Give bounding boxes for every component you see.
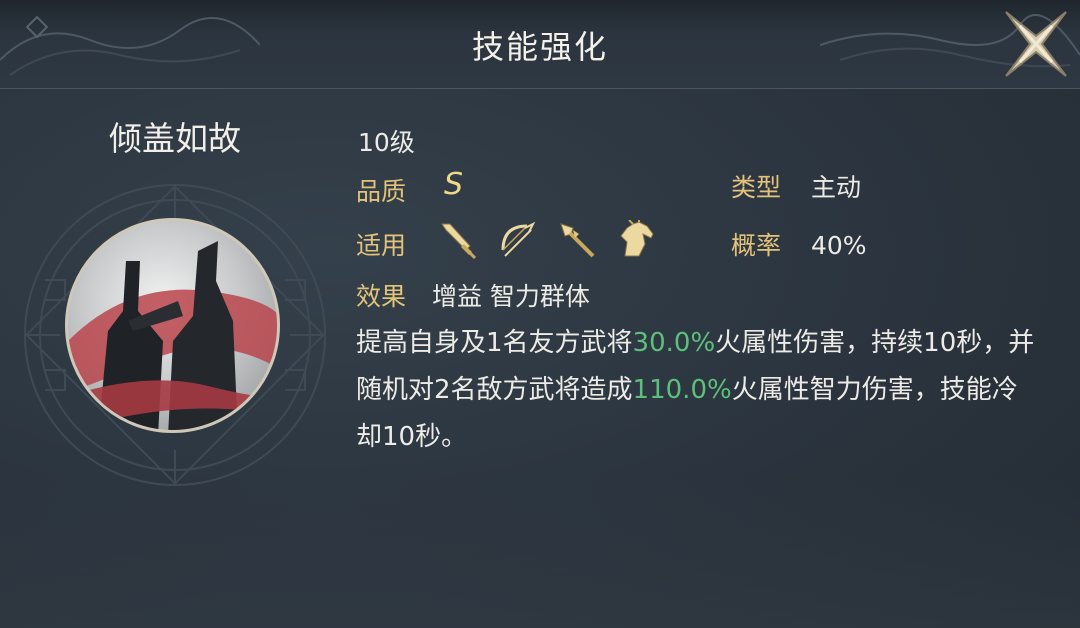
skill-name: 倾盖如故	[109, 119, 241, 158]
close-button[interactable]	[1000, 6, 1072, 82]
quality-label: 品质	[356, 177, 407, 206]
applies-label: 适用	[356, 231, 407, 260]
header-bar: 技能强化	[0, 0, 1080, 89]
applies-row: 适用	[356, 226, 406, 262]
type-value: 主动	[810, 173, 861, 202]
spear-icon	[560, 223, 595, 258]
effect-value: 增益 智力群体	[431, 282, 590, 311]
quality-row: 品质	[356, 172, 406, 208]
quality-value: S	[444, 167, 464, 202]
description-value-2: 110.0%	[632, 375, 732, 405]
type-label: 类型	[731, 173, 782, 202]
description-text-1: 提高自身及1名友方武将	[356, 328, 633, 358]
background-mist	[0, 478, 1080, 628]
skill-art	[68, 241, 277, 430]
skill-description: 提高自身及1名友方武将30.0%火属性伤害，持续10秒，并随机对2名敌方武将造成…	[356, 320, 1036, 461]
type-row: 类型 主动	[731, 168, 861, 204]
skill-level: 10级	[358, 123, 415, 159]
rate-label: 概率	[731, 231, 782, 260]
description-value-1: 30.0%	[632, 328, 716, 358]
effect-row: 效果 增益 智力群体	[356, 277, 590, 313]
close-icon	[1005, 11, 1067, 77]
horse-icon	[620, 220, 654, 257]
effect-label: 效果	[356, 282, 407, 311]
rate-row: 概率 40%	[731, 226, 867, 262]
level-value: 10级	[358, 128, 415, 157]
quality-value-wrap: S	[444, 167, 463, 202]
rate-value: 40%	[810, 231, 867, 260]
sword-icon	[441, 223, 477, 260]
skill-portrait	[65, 218, 280, 433]
bow-icon	[501, 221, 536, 257]
skill-enhance-panel: 技能强化 倾盖如故 10级 品质 S 类型 主动 适用 概率 40% 效果 增益…	[0, 0, 1080, 628]
page-title: 技能强化	[471, 28, 608, 66]
